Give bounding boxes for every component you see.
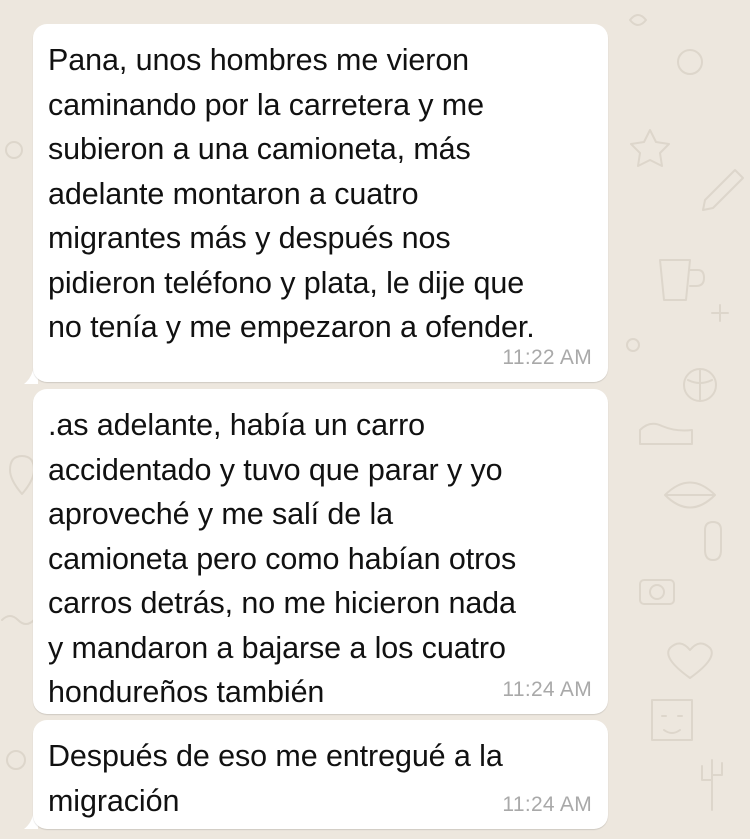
message-text: Pana, unos hombres me vieron caminando p… [48, 43, 535, 344]
incoming-message-bubble[interactable]: .as adelante, había un carro accidentado… [33, 389, 608, 714]
message-timestamp: 11:24 AM [502, 678, 592, 701]
incoming-message-bubble[interactable]: Pana, unos hombres me vieron caminando p… [33, 24, 608, 382]
message-timestamp: 11:24 AM [502, 793, 592, 816]
message-timestamp: 11:22 AM [502, 346, 592, 369]
incoming-message-bubble[interactable]: Después de eso me entregué a la migració… [33, 720, 608, 829]
chat-area[interactable]: Pana, unos hombres me vieron caminando p… [0, 0, 750, 839]
message-text: .as adelante, había un carro accidentado… [48, 408, 517, 709]
